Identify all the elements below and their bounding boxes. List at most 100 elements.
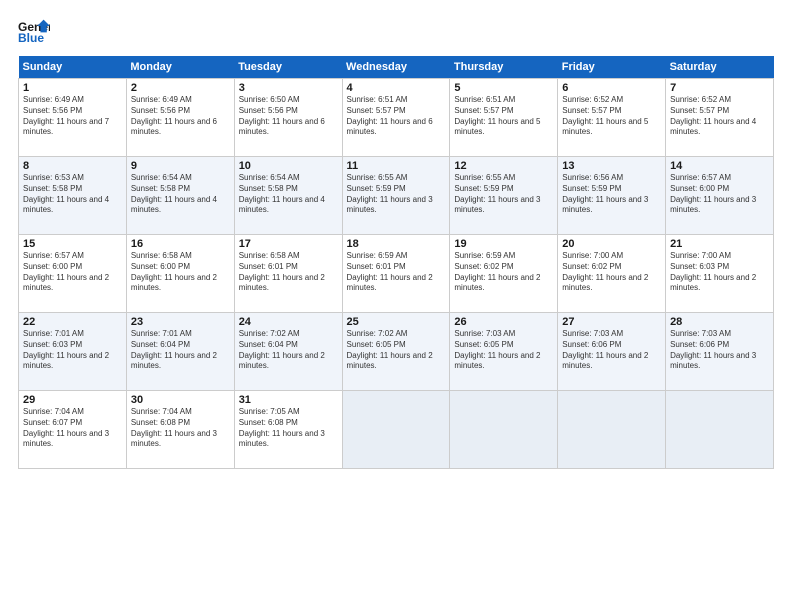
calendar-cell: 20Sunrise: 7:00 AMSunset: 6:02 PMDayligh… [558,235,666,313]
day-info: Sunrise: 6:59 AMSunset: 6:01 PMDaylight:… [347,251,446,294]
day-number: 6 [562,82,661,94]
weekday-header-tuesday: Tuesday [234,56,342,79]
day-number: 17 [239,238,338,250]
day-number: 1 [23,82,122,94]
day-info: Sunrise: 7:01 AMSunset: 6:03 PMDaylight:… [23,329,122,372]
day-info: Sunrise: 7:00 AMSunset: 6:02 PMDaylight:… [562,251,661,294]
weekday-header-thursday: Thursday [450,56,558,79]
calendar-cell: 23Sunrise: 7:01 AMSunset: 6:04 PMDayligh… [126,313,234,391]
day-number: 2 [131,82,230,94]
day-number: 12 [454,160,553,172]
calendar-cell: 31Sunrise: 7:05 AMSunset: 6:08 PMDayligh… [234,391,342,469]
calendar-cell: 1Sunrise: 6:49 AMSunset: 5:56 PMDaylight… [19,79,127,157]
day-info: Sunrise: 6:52 AMSunset: 5:57 PMDaylight:… [670,95,769,138]
calendar-cell: 22Sunrise: 7:01 AMSunset: 6:03 PMDayligh… [19,313,127,391]
day-number: 24 [239,316,338,328]
day-number: 25 [347,316,446,328]
calendar-cell: 12Sunrise: 6:55 AMSunset: 5:59 PMDayligh… [450,157,558,235]
calendar-cell: 26Sunrise: 7:03 AMSunset: 6:05 PMDayligh… [450,313,558,391]
day-number: 13 [562,160,661,172]
day-info: Sunrise: 6:55 AMSunset: 5:59 PMDaylight:… [347,173,446,216]
day-info: Sunrise: 6:54 AMSunset: 5:58 PMDaylight:… [131,173,230,216]
calendar-cell: 21Sunrise: 7:00 AMSunset: 6:03 PMDayligh… [666,235,774,313]
day-number: 27 [562,316,661,328]
day-number: 7 [670,82,769,94]
day-info: Sunrise: 6:55 AMSunset: 5:59 PMDaylight:… [454,173,553,216]
day-info: Sunrise: 6:58 AMSunset: 6:00 PMDaylight:… [131,251,230,294]
day-info: Sunrise: 7:04 AMSunset: 6:07 PMDaylight:… [23,407,122,450]
calendar-cell [342,391,450,469]
day-info: Sunrise: 7:02 AMSunset: 6:04 PMDaylight:… [239,329,338,372]
day-number: 5 [454,82,553,94]
calendar-cell: 16Sunrise: 6:58 AMSunset: 6:00 PMDayligh… [126,235,234,313]
day-number: 4 [347,82,446,94]
day-number: 28 [670,316,769,328]
svg-text:Blue: Blue [18,31,44,45]
day-info: Sunrise: 6:57 AMSunset: 6:00 PMDaylight:… [670,173,769,216]
calendar-cell: 13Sunrise: 6:56 AMSunset: 5:59 PMDayligh… [558,157,666,235]
calendar-cell: 18Sunrise: 6:59 AMSunset: 6:01 PMDayligh… [342,235,450,313]
logo: General Blue [18,18,52,46]
day-info: Sunrise: 7:03 AMSunset: 6:05 PMDaylight:… [454,329,553,372]
logo-icon: General Blue [18,18,50,46]
calendar-cell: 25Sunrise: 7:02 AMSunset: 6:05 PMDayligh… [342,313,450,391]
weekday-header-saturday: Saturday [666,56,774,79]
day-number: 23 [131,316,230,328]
calendar-cell: 19Sunrise: 6:59 AMSunset: 6:02 PMDayligh… [450,235,558,313]
day-number: 29 [23,394,122,406]
day-info: Sunrise: 6:56 AMSunset: 5:59 PMDaylight:… [562,173,661,216]
calendar-cell: 2Sunrise: 6:49 AMSunset: 5:56 PMDaylight… [126,79,234,157]
day-info: Sunrise: 6:58 AMSunset: 6:01 PMDaylight:… [239,251,338,294]
weekday-header-friday: Friday [558,56,666,79]
calendar-cell: 15Sunrise: 6:57 AMSunset: 6:00 PMDayligh… [19,235,127,313]
day-number: 26 [454,316,553,328]
calendar-cell: 8Sunrise: 6:53 AMSunset: 5:58 PMDaylight… [19,157,127,235]
weekday-header-wednesday: Wednesday [342,56,450,79]
day-info: Sunrise: 6:49 AMSunset: 5:56 PMDaylight:… [23,95,122,138]
calendar-cell: 9Sunrise: 6:54 AMSunset: 5:58 PMDaylight… [126,157,234,235]
day-info: Sunrise: 7:03 AMSunset: 6:06 PMDaylight:… [670,329,769,372]
calendar-cell: 17Sunrise: 6:58 AMSunset: 6:01 PMDayligh… [234,235,342,313]
weekday-header-monday: Monday [126,56,234,79]
day-number: 11 [347,160,446,172]
calendar-cell: 27Sunrise: 7:03 AMSunset: 6:06 PMDayligh… [558,313,666,391]
calendar-cell: 11Sunrise: 6:55 AMSunset: 5:59 PMDayligh… [342,157,450,235]
day-info: Sunrise: 6:53 AMSunset: 5:58 PMDaylight:… [23,173,122,216]
day-info: Sunrise: 7:04 AMSunset: 6:08 PMDaylight:… [131,407,230,450]
calendar-cell [666,391,774,469]
calendar-cell [450,391,558,469]
day-number: 10 [239,160,338,172]
day-number: 18 [347,238,446,250]
page-header: General Blue [18,18,774,46]
day-info: Sunrise: 6:57 AMSunset: 6:00 PMDaylight:… [23,251,122,294]
calendar-cell: 10Sunrise: 6:54 AMSunset: 5:58 PMDayligh… [234,157,342,235]
day-number: 14 [670,160,769,172]
calendar-cell: 29Sunrise: 7:04 AMSunset: 6:07 PMDayligh… [19,391,127,469]
day-number: 19 [454,238,553,250]
calendar-cell: 6Sunrise: 6:52 AMSunset: 5:57 PMDaylight… [558,79,666,157]
day-info: Sunrise: 6:54 AMSunset: 5:58 PMDaylight:… [239,173,338,216]
calendar-cell: 14Sunrise: 6:57 AMSunset: 6:00 PMDayligh… [666,157,774,235]
calendar-cell: 3Sunrise: 6:50 AMSunset: 5:56 PMDaylight… [234,79,342,157]
weekday-header-sunday: Sunday [19,56,127,79]
day-number: 15 [23,238,122,250]
day-number: 3 [239,82,338,94]
day-info: Sunrise: 7:00 AMSunset: 6:03 PMDaylight:… [670,251,769,294]
day-number: 31 [239,394,338,406]
day-info: Sunrise: 6:51 AMSunset: 5:57 PMDaylight:… [347,95,446,138]
day-number: 21 [670,238,769,250]
day-info: Sunrise: 7:02 AMSunset: 6:05 PMDaylight:… [347,329,446,372]
day-info: Sunrise: 7:01 AMSunset: 6:04 PMDaylight:… [131,329,230,372]
day-info: Sunrise: 6:51 AMSunset: 5:57 PMDaylight:… [454,95,553,138]
calendar-page: General Blue SundayMondayTuesdayWednesda… [0,0,792,612]
calendar-cell: 7Sunrise: 6:52 AMSunset: 5:57 PMDaylight… [666,79,774,157]
day-info: Sunrise: 6:49 AMSunset: 5:56 PMDaylight:… [131,95,230,138]
calendar-cell: 4Sunrise: 6:51 AMSunset: 5:57 PMDaylight… [342,79,450,157]
day-info: Sunrise: 6:50 AMSunset: 5:56 PMDaylight:… [239,95,338,138]
day-number: 22 [23,316,122,328]
day-number: 9 [131,160,230,172]
calendar-table: SundayMondayTuesdayWednesdayThursdayFrid… [18,56,774,469]
day-info: Sunrise: 7:03 AMSunset: 6:06 PMDaylight:… [562,329,661,372]
calendar-cell: 30Sunrise: 7:04 AMSunset: 6:08 PMDayligh… [126,391,234,469]
day-number: 16 [131,238,230,250]
